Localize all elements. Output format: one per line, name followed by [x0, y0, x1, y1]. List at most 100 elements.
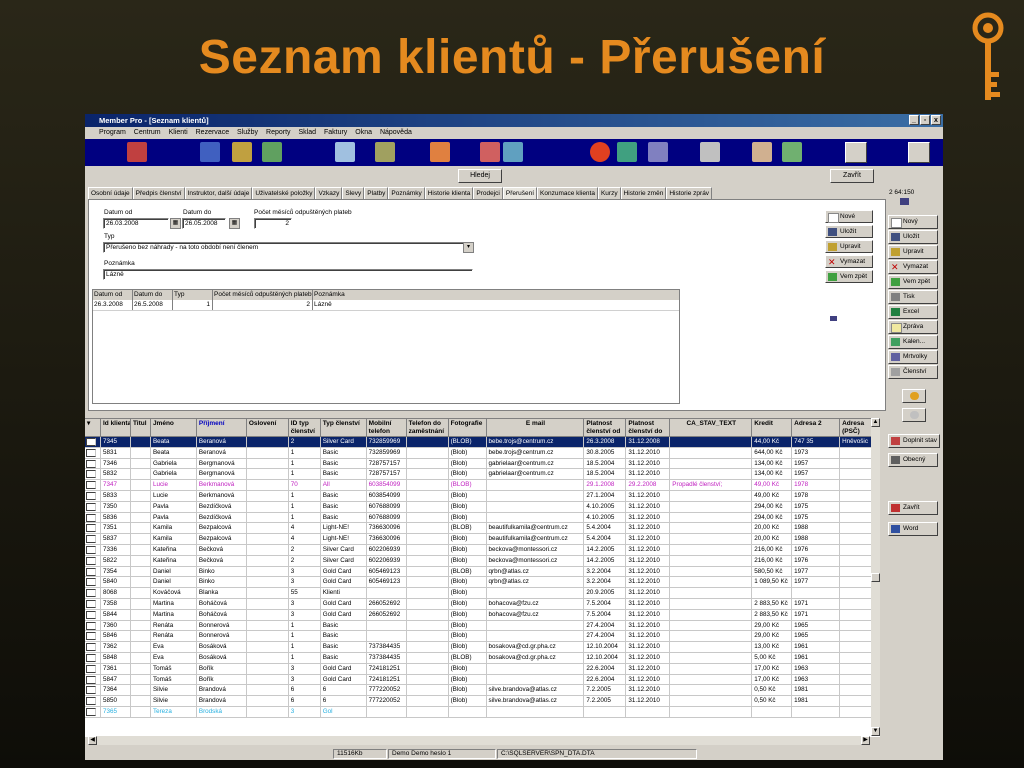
vem-zpet-button[interactable]: Vem zpět	[888, 275, 938, 289]
novy-button[interactable]: Nový	[888, 215, 938, 229]
datum-od-calendar-icon[interactable]: ▦	[170, 218, 181, 229]
scroll-up-icon[interactable]: ▲	[871, 418, 880, 427]
grid-header-adresa2[interactable]: Adresa 2	[792, 419, 841, 437]
table-row[interactable]: 5844 Martina Boháčová 3 Gold Card 266052692 (B…	[85, 609, 880, 621]
toolbar-icon-15[interactable]	[782, 142, 802, 162]
table-row[interactable]: 7361 Tomáš Bořík 3 Gold Card 724181251 (Blob) 2…	[85, 663, 880, 675]
table-row[interactable]: 5840 Daniel Binko 3 Gold Card 605469123 (Blob)…	[85, 577, 880, 589]
doplnit-stav-button[interactable]: Doplnit stav	[888, 434, 940, 448]
panel-small-icon[interactable]	[830, 316, 837, 321]
mrtvolky-button[interactable]: Mrtvolky	[888, 350, 938, 364]
tab-prodejci[interactable]: Prodejci	[473, 187, 503, 199]
row-selector[interactable]	[85, 706, 101, 717]
row-selector[interactable]	[85, 674, 101, 685]
preruseni-grid-row[interactable]: 26.3.2008 26.5.2008 1 2 Lázně	[93, 300, 679, 311]
row-checkbox[interactable]	[86, 599, 96, 608]
table-row[interactable]: 5848 Eva Bosáková 1 Basic 737384435 (BLOB) bosa…	[85, 652, 880, 664]
table-row[interactable]: 7346 Gabriela Bergmanová 1 Basic 728757157 (Bl…	[85, 458, 880, 470]
kalendar-button[interactable]: Kalen...	[888, 335, 938, 349]
minimize-button[interactable]: _	[909, 115, 919, 125]
table-row[interactable]: 7354 Daniel Binko 3 Gold Card 605469123 (BLOB)…	[85, 566, 880, 578]
tab-uzivatelske-polozky[interactable]: Uživatelské položky	[252, 187, 316, 199]
toolbar-icon-14[interactable]	[752, 142, 772, 162]
ig-header-typ[interactable]: Typ	[173, 290, 213, 300]
row-checkbox[interactable]	[86, 578, 96, 587]
grid-header-email[interactable]: E mail	[486, 419, 585, 437]
ulozit-panel-button[interactable]: Uložit	[825, 225, 873, 238]
pocet-field[interactable]: 2	[254, 218, 292, 229]
grid-header-fotografie[interactable]: Fotografie	[448, 419, 487, 437]
table-row[interactable]: 5850 Silvie Brandová 6 6 777220052 (Blob) silve…	[85, 696, 880, 707]
table-row[interactable]: 7347 Lucie Berkmanová 70 All 603854099 (BLOB) 2…	[85, 480, 880, 491]
toolbar-icon-1[interactable]	[127, 142, 147, 162]
row-checkbox[interactable]	[86, 438, 96, 446]
row-selector[interactable]	[85, 598, 101, 609]
table-row[interactable]: 7345 Beata Beranová 2 Silver Card 732859969 (B…	[85, 437, 880, 448]
toolbar-icon-10[interactable]	[590, 142, 610, 162]
grid-header-menu-icon[interactable]: ▾	[85, 419, 101, 437]
word-button[interactable]: Word	[888, 522, 938, 536]
tab-instruktor[interactable]: Instruktor, další údaje	[184, 187, 253, 199]
row-selector[interactable]	[85, 458, 101, 469]
row-selector[interactable]	[85, 480, 101, 490]
tab-kurzy[interactable]: Kurzy	[597, 187, 621, 199]
row-selector[interactable]	[85, 620, 101, 631]
ulozit-button[interactable]: Uložit	[888, 230, 938, 244]
row-checkbox[interactable]	[86, 707, 96, 716]
row-selector[interactable]	[85, 577, 101, 588]
row-checkbox[interactable]	[86, 697, 96, 706]
row-checkbox[interactable]	[86, 589, 96, 598]
tab-osobni-udaje[interactable]: Osobní údaje	[88, 187, 133, 199]
row-checkbox[interactable]	[86, 448, 96, 457]
menu-program[interactable]: Program	[99, 129, 126, 136]
table-row[interactable]: 5846 Renáta Bonnerová 1 Basic (Blob) 27.4.2004…	[85, 631, 880, 643]
grid-header-titul[interactable]: Titul	[130, 419, 151, 437]
grid-header-prijmeni[interactable]: Příjmení	[196, 419, 247, 437]
ig-header-datum-od[interactable]: Datum od	[93, 290, 133, 300]
grid-header-typ-clenstvi[interactable]: Typ členství	[320, 419, 367, 437]
nove-button[interactable]: Nové	[825, 210, 873, 223]
row-checkbox[interactable]	[86, 621, 96, 630]
ig-header-datum-do[interactable]: Datum do	[133, 290, 173, 300]
lightbulb-icon[interactable]	[908, 142, 930, 163]
ig-header-pocet[interactable]: Počet měsíců odpuštěných plateb	[213, 290, 313, 300]
maximize-button[interactable]: ▫	[920, 115, 930, 125]
table-row[interactable]: 7358 Martina Boháčová 3 Gold Card 266052692 (B…	[85, 598, 880, 610]
row-checkbox[interactable]	[86, 610, 96, 619]
toolbar-icon-5[interactable]	[335, 142, 355, 162]
zavrit-button[interactable]: Zavřít	[888, 501, 938, 515]
row-checkbox[interactable]	[86, 513, 96, 522]
row-checkbox[interactable]	[86, 524, 96, 533]
row-selector[interactable]	[85, 685, 101, 696]
typ-select[interactable]: Přerušeno bez náhrady - na toto období n…	[103, 242, 473, 253]
tab-platby[interactable]: Platby	[364, 187, 389, 199]
row-checkbox[interactable]	[86, 502, 96, 511]
menu-napoveda[interactable]: Nápověda	[380, 129, 412, 136]
row-selector[interactable]	[85, 588, 101, 598]
datum-do-field[interactable]: 26.05.2008	[182, 218, 226, 229]
ig-header-poznamka[interactable]: Poznámka	[313, 290, 679, 300]
grid-header-mobil[interactable]: Mobilní telefon	[366, 419, 407, 437]
row-selector[interactable]	[85, 437, 101, 447]
menu-reporty[interactable]: Reporty	[266, 129, 291, 136]
table-row[interactable]: 8068 Kováčová Blanka 55 Klienti (Blob) 20.9.20…	[85, 588, 880, 599]
row-selector[interactable]	[85, 642, 101, 652]
grid-header-id-typ[interactable]: ID typ členství	[288, 419, 321, 437]
row-selector[interactable]	[85, 512, 101, 523]
grid-small-icon[interactable]	[900, 198, 909, 205]
grid-header-platnost-do[interactable]: Platnost členství do	[626, 419, 671, 437]
row-selector[interactable]	[85, 469, 101, 480]
row-checkbox[interactable]	[86, 459, 96, 468]
row-selector[interactable]	[85, 663, 101, 674]
row-selector[interactable]	[85, 490, 101, 501]
typ-chevron-down-icon[interactable]: ▾	[463, 242, 474, 253]
table-row[interactable]: 7364 Silvie Brandová 6 6 777220052 (Blob) silve…	[85, 685, 880, 697]
menu-klienti[interactable]: Klienti	[169, 129, 188, 136]
grid-horizontal-scrollbar[interactable]: ◀ ▶	[88, 736, 870, 745]
datum-do-calendar-icon[interactable]: ▦	[229, 218, 240, 229]
toolbar-icon-2[interactable]	[200, 142, 220, 162]
row-checkbox[interactable]	[86, 664, 96, 673]
scroll-down-icon[interactable]: ▼	[871, 727, 880, 736]
close-top-button[interactable]: Zavřít	[830, 169, 874, 183]
row-selector[interactable]	[85, 544, 101, 555]
